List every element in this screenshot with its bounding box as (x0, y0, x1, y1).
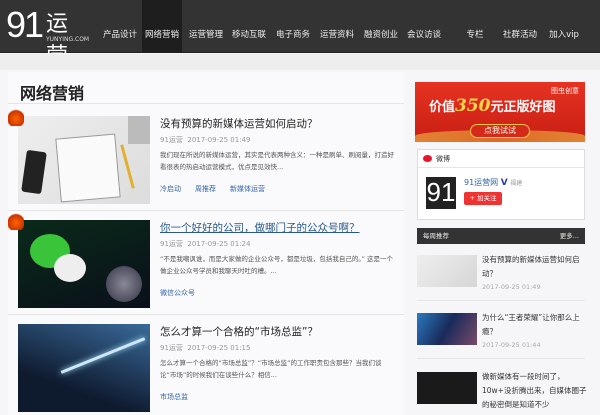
recommend-date: 2017-09-25 01:44 (482, 341, 541, 349)
more-link[interactable]: 更多... (560, 228, 579, 244)
article-thumbnail[interactable] (18, 324, 150, 412)
recommend-thumbnail (417, 313, 477, 345)
nav-item-community[interactable]: 社群活动 (500, 0, 540, 53)
tag-link[interactable]: 市场总监 (160, 393, 188, 401)
banner-suffix: 元正版好图 (490, 100, 556, 115)
nav-item-operations[interactable]: 运营管理 (186, 0, 226, 53)
nav-item-product-design[interactable]: 产品设计 (100, 0, 140, 53)
article-meta: 91运营 2017-09-25 01:49 (160, 135, 250, 145)
logo-domain: YUNYING.COM (46, 36, 90, 43)
article-tags: 微信公众号 (160, 288, 209, 298)
recommend-title: 做新媒体有一段时间了，10w+没折腾出来，自媒体圈子的秘密倒是知道不少 (482, 372, 587, 409)
sidebar: 图虫创意 价值350元正版好图 点我试试 微博 91 91运营网 V 福建 + … (415, 72, 587, 415)
nav-item-resources[interactable]: 运营资料 (317, 0, 357, 53)
banner-prefix: 价值 (429, 100, 456, 115)
article-thumbnail[interactable] (18, 220, 150, 308)
weibo-icon (423, 155, 432, 162)
banner-cta-button[interactable]: 点我试试 (470, 124, 530, 138)
recommend-title: 为什么“王者荣耀”让你那么上瘾？ (482, 313, 580, 336)
weibo-label: 微博 (436, 155, 450, 163)
nav-item-column[interactable]: 专栏 (460, 0, 490, 53)
article-title[interactable]: 没有预算的新媒体运营如何启动？ (160, 116, 318, 131)
article-tags: 冷启动 周推荐 新媒体运营 (160, 184, 279, 194)
hot-flame-icon (8, 108, 24, 126)
nav-item-interviews[interactable]: 会议访谈 (404, 0, 444, 53)
sub-strip (0, 54, 600, 70)
top-nav: 91 运营 YUNYING.COM 产品设计 网络营销 运营管理 移动互联 电子… (0, 0, 600, 69)
logo-number: 91 (6, 4, 44, 45)
banner-headline: 价值350元正版好图 (429, 96, 556, 116)
weibo-widget: 微博 91 91运营网 V 福建 + 加关注 (417, 149, 585, 220)
article-author: 91运营 (160, 344, 183, 352)
recommend-thumbnail (417, 255, 477, 287)
article-author: 91运营 (160, 240, 183, 248)
divider (8, 314, 404, 315)
ad-banner[interactable]: 图虫创意 价值350元正版好图 点我试试 (415, 82, 585, 142)
tag-link[interactable]: 微信公众号 (160, 289, 195, 297)
article-title[interactable]: 怎么才算一个合格的“市场总监”？ (160, 324, 318, 339)
recommend-thumbnail (417, 372, 477, 404)
nav-item-mobile[interactable]: 移动互联 (229, 0, 269, 53)
article-summary: 怎么才算一个合格的“市场总监”？“市场总监”的工作职责包含那些？当我们谈论“市场… (160, 359, 382, 379)
article-tags: 市场总监 (160, 392, 202, 402)
nav-item-network-marketing[interactable]: 网络营销 (142, 0, 182, 53)
article-summary: “不是我嘲讽谁，而是大家做的企业公众号，都是垃圾，包括我自己的。” 这是一个做企… (160, 255, 394, 275)
recommend-date: 2017-09-25 01:49 (482, 283, 541, 291)
follow-button[interactable]: + 加关注 (464, 192, 502, 205)
article-date: 2017-09-25 01:49 (187, 136, 251, 144)
divider (417, 358, 585, 359)
section-title: 每周推荐 (423, 232, 449, 240)
weibo-header: 微博 (418, 150, 584, 168)
recommend-title: 没有预算的新媒体运营如何启动？ (482, 255, 580, 278)
article-meta: 91运营 2017-09-25 01:24 (160, 239, 250, 249)
page-title: 网络营销 (20, 84, 85, 103)
tag-link[interactable]: 周推荐 (195, 185, 216, 193)
article-date: 2017-09-25 01:15 (187, 344, 251, 352)
divider (8, 103, 404, 104)
article-title[interactable]: 你一个好好的公司，做哪门子的公众号啊？ (160, 220, 360, 235)
nav-item-ecommerce[interactable]: 电子商务 (273, 0, 313, 53)
nav-item-startup[interactable]: 融资创业 (361, 0, 401, 53)
weibo-location: 福建 (510, 180, 523, 187)
article-meta: 91运营 2017-09-25 01:15 (160, 343, 250, 353)
article-thumbnail[interactable] (18, 116, 150, 204)
weibo-name: 91运营网 (464, 178, 499, 187)
weibo-avatar[interactable]: 91 (426, 177, 456, 209)
weibo-account[interactable]: 91运营网 V 福建 (464, 177, 522, 188)
hot-flame-icon (8, 212, 24, 230)
banner-brand: 图虫创意 (551, 87, 579, 95)
divider (8, 210, 404, 211)
article-date: 2017-09-25 01:24 (187, 240, 251, 248)
article-author: 91运营 (160, 136, 183, 144)
verified-icon: V (500, 178, 508, 188)
weekly-recommend-header: 每周推荐 更多... (417, 228, 585, 244)
article-summary: 我们现在所说的新媒体运营，其实是代表两种含义：一种是刷单、刷阅量，打造好看很表的… (160, 151, 394, 171)
tag-link[interactable]: 新媒体运营 (230, 185, 265, 193)
divider (417, 300, 585, 301)
banner-amount: 350 (455, 96, 491, 116)
main-content: 网络营销 没有预算的新媒体运营如何启动？ 91运营 2017-09-25 01:… (8, 72, 404, 415)
tag-link[interactable]: 冷启动 (160, 185, 181, 193)
nav-item-join-vip[interactable]: 加入vip (544, 0, 584, 53)
